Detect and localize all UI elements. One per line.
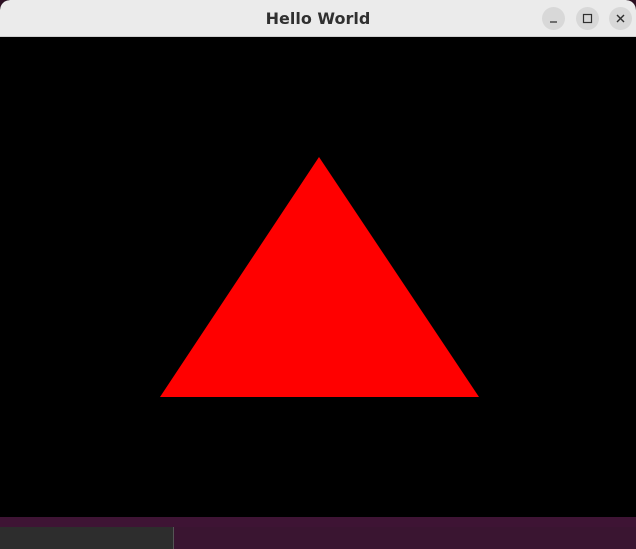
minimize-icon — [550, 21, 557, 23]
taskbar-app-item[interactable] — [0, 527, 174, 549]
render-canvas[interactable] — [0, 37, 636, 517]
red-triangle — [160, 157, 479, 397]
close-icon — [616, 14, 625, 23]
taskbar-strip — [0, 517, 636, 527]
window-title: Hello World — [265, 9, 371, 28]
app-window: Hello World — [0, 0, 636, 517]
taskbar — [0, 517, 636, 549]
close-button[interactable] — [609, 7, 632, 30]
minimize-button[interactable] — [542, 7, 565, 30]
scene-svg — [160, 157, 479, 397]
title-bar[interactable]: Hello World — [0, 0, 636, 37]
maximize-icon — [582, 13, 593, 24]
maximize-button[interactable] — [576, 7, 599, 30]
